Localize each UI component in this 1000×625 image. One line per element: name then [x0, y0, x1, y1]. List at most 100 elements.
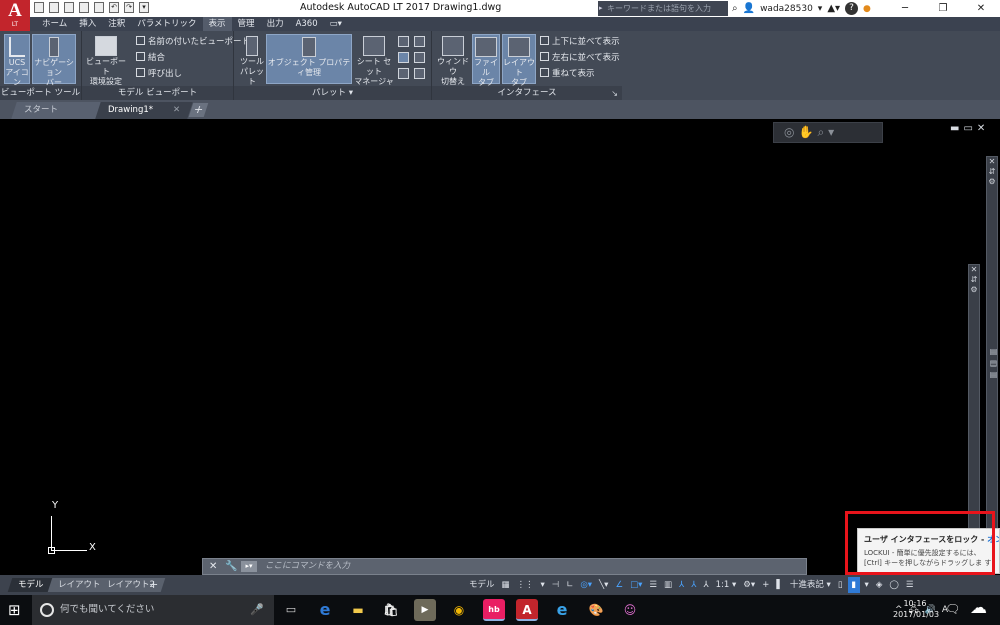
annotation-visibility-icon[interactable]: ⅄: [677, 577, 686, 593]
user-icon[interactable]: 👤: [743, 3, 755, 14]
steering-wheel-icon[interactable]: ◎: [784, 125, 798, 139]
snap-dropdown-icon[interactable]: ▾: [539, 577, 547, 593]
chrome-icon[interactable]: ◉: [448, 599, 470, 621]
binoculars-icon[interactable]: ⌕: [732, 3, 738, 14]
layer-palette-icon[interactable]: [414, 36, 425, 47]
minimize-icon[interactable]: ─: [886, 0, 924, 17]
edge-browser-icon[interactable]: e: [314, 599, 336, 621]
switch-windows-button[interactable]: ウィンドウ 切替え: [436, 34, 470, 86]
navigation-bar[interactable]: ◎✋⌕▾: [773, 122, 883, 143]
paint-icon[interactable]: 🎨: [585, 599, 607, 621]
search-input[interactable]: ▸ キーワードまたは語句を入力: [598, 1, 728, 16]
palette2-settings-icon[interactable]: ⚙: [969, 285, 979, 295]
command-recent-icon[interactable]: ▸▾: [241, 561, 257, 572]
quick-properties-icon[interactable]: ▯: [836, 577, 845, 593]
auto-scale-icon[interactable]: ⅄: [689, 577, 698, 593]
save-icon[interactable]: [64, 2, 74, 13]
palette-close-icon[interactable]: ✕: [987, 157, 997, 167]
units-dropdown[interactable]: 十進表記 ▾: [788, 577, 833, 593]
redo-icon[interactable]: ↷: [124, 2, 134, 13]
user-dropdown-icon[interactable]: ▾: [818, 4, 823, 14]
properties-button[interactable]: オブジェクト プロパティ管理: [266, 34, 352, 84]
named-viewports-button[interactable]: 名前の付いたビューポート: [136, 35, 250, 49]
tab-options-toggle[interactable]: ▭▾: [324, 17, 348, 31]
lock-ui-icon[interactable]: ▮: [847, 577, 860, 593]
join-button[interactable]: 結合: [136, 51, 165, 65]
open-file-icon[interactable]: [49, 2, 59, 13]
a360-icon[interactable]: ▲▾: [827, 3, 840, 14]
tab-a360[interactable]: A360: [290, 17, 324, 31]
polar-tracking-icon[interactable]: ◎▾: [578, 577, 594, 593]
object-snap-tracking-icon[interactable]: ∠: [613, 577, 625, 593]
tile-vertical-button[interactable]: 左右に並べて表示: [540, 51, 620, 65]
quickcalc-icon[interactable]: [414, 52, 425, 63]
tab-home[interactable]: ホーム: [36, 17, 73, 31]
isodraft-icon[interactable]: ╲▾: [597, 577, 610, 593]
annotation-scale-icon[interactable]: ⅄: [701, 577, 710, 593]
help-dropdown-icon[interactable]: ●: [863, 4, 871, 14]
customization-menu-icon[interactable]: ☰: [904, 577, 916, 593]
properties-palette-strip[interactable]: ✕ ⇵ ⚙ ▤ ▤ ▤: [986, 156, 998, 558]
transparency-icon[interactable]: ▥: [662, 577, 674, 593]
tab-output[interactable]: 出力: [261, 17, 290, 31]
customize-qat-icon[interactable]: ▾: [139, 2, 149, 13]
windows-start-icon[interactable]: ⊞: [8, 601, 26, 619]
command-input[interactable]: ここにコマンドを入力: [265, 559, 350, 574]
viewport-minimize-icon[interactable]: ▬: [950, 123, 959, 134]
viewport-close-icon[interactable]: ✕: [977, 123, 985, 134]
external-references-icon[interactable]: [398, 68, 409, 79]
markup-icon[interactable]: [398, 52, 409, 63]
viewport-restore-icon[interactable]: ▭: [963, 123, 972, 134]
search-expand-icon[interactable]: ▸: [599, 1, 603, 16]
internet-explorer-icon[interactable]: e: [551, 599, 573, 621]
layout-tabs-button[interactable]: レイアウト タブ: [502, 34, 536, 87]
file-tab-drawing1[interactable]: Drawing1* ✕: [95, 102, 193, 119]
new-file-icon[interactable]: [34, 2, 44, 13]
command-customize-icon[interactable]: 🔧: [225, 559, 237, 574]
store-icon[interactable]: 🛍: [380, 599, 402, 621]
hb-app-icon[interactable]: hb: [483, 599, 505, 621]
pan-icon[interactable]: ✋: [798, 125, 817, 139]
application-menu-button[interactable]: A LT: [0, 0, 30, 31]
panel-title-palettes[interactable]: パレット ▾: [234, 86, 431, 100]
close-icon[interactable]: ✕: [962, 0, 1000, 17]
isolate-objects-icon[interactable]: ◈: [874, 577, 885, 593]
sheet-set-manager-button[interactable]: シート セット マネージャ: [354, 34, 394, 86]
file-explorer-icon[interactable]: ▬: [347, 599, 369, 621]
palette-settings-icon[interactable]: ⚙: [987, 177, 997, 187]
restore-icon[interactable]: ❐: [924, 0, 962, 17]
cortana-search[interactable]: 何でも聞いてください 🎤: [32, 595, 274, 625]
object-snap-icon[interactable]: □▾: [628, 577, 644, 593]
zoom-icon[interactable]: ⌕: [817, 125, 828, 139]
restore-button[interactable]: 呼び出し: [136, 67, 182, 81]
lock-ui-dropdown-icon[interactable]: ▾: [863, 577, 871, 593]
tab-annotate[interactable]: 注釈: [102, 17, 131, 31]
new-tab-button[interactable]: +: [188, 103, 209, 117]
lineweight-icon[interactable]: ☰: [647, 577, 659, 593]
drawing-canvas[interactable]: ◎✋⌕▾ ▬ ▭ ✕ ✕ ⇵ ⚙ ▤ ▤ ▤ ✕ ⇵ ⚙ Y X: [0, 119, 1000, 575]
add-layout-button[interactable]: +: [149, 578, 158, 592]
undo-icon[interactable]: ↶: [109, 2, 119, 13]
design-center-icon[interactable]: [398, 36, 409, 47]
panel-title-viewport-tools[interactable]: ビューポート ツール ▾: [0, 86, 81, 112]
tab-view[interactable]: 表示: [202, 17, 232, 31]
nav-more-icon[interactable]: ▾: [828, 125, 838, 139]
palette2-close-icon[interactable]: ✕: [969, 265, 979, 275]
workspace-gear-icon[interactable]: ⚙▾: [741, 577, 757, 593]
command-line-icon[interactable]: [414, 68, 425, 79]
plus-icon[interactable]: +: [760, 577, 771, 593]
grid-icon[interactable]: ▦: [500, 577, 512, 593]
autocad-taskbar-icon[interactable]: A: [516, 599, 538, 621]
ortho-icon[interactable]: ∟: [564, 577, 575, 593]
dynamic-input-icon[interactable]: ⊣: [550, 577, 561, 593]
onedrive-cloud-icon[interactable]: ☁: [970, 598, 996, 622]
tool-palette-button[interactable]: ツール パレット: [238, 34, 266, 86]
print-icon[interactable]: [94, 2, 104, 13]
tab-manage[interactable]: 管理: [232, 17, 261, 31]
task-view-icon[interactable]: ▭: [280, 599, 302, 621]
layout-tab-model[interactable]: モデル: [7, 578, 54, 592]
viewport-config-button[interactable]: ビューポート 環境設定: [86, 34, 126, 86]
media-player-icon[interactable]: ▶: [414, 599, 436, 621]
action-center-icon[interactable]: 🗨: [945, 602, 960, 616]
ucs-icon-button[interactable]: UCS アイコン: [4, 34, 30, 87]
